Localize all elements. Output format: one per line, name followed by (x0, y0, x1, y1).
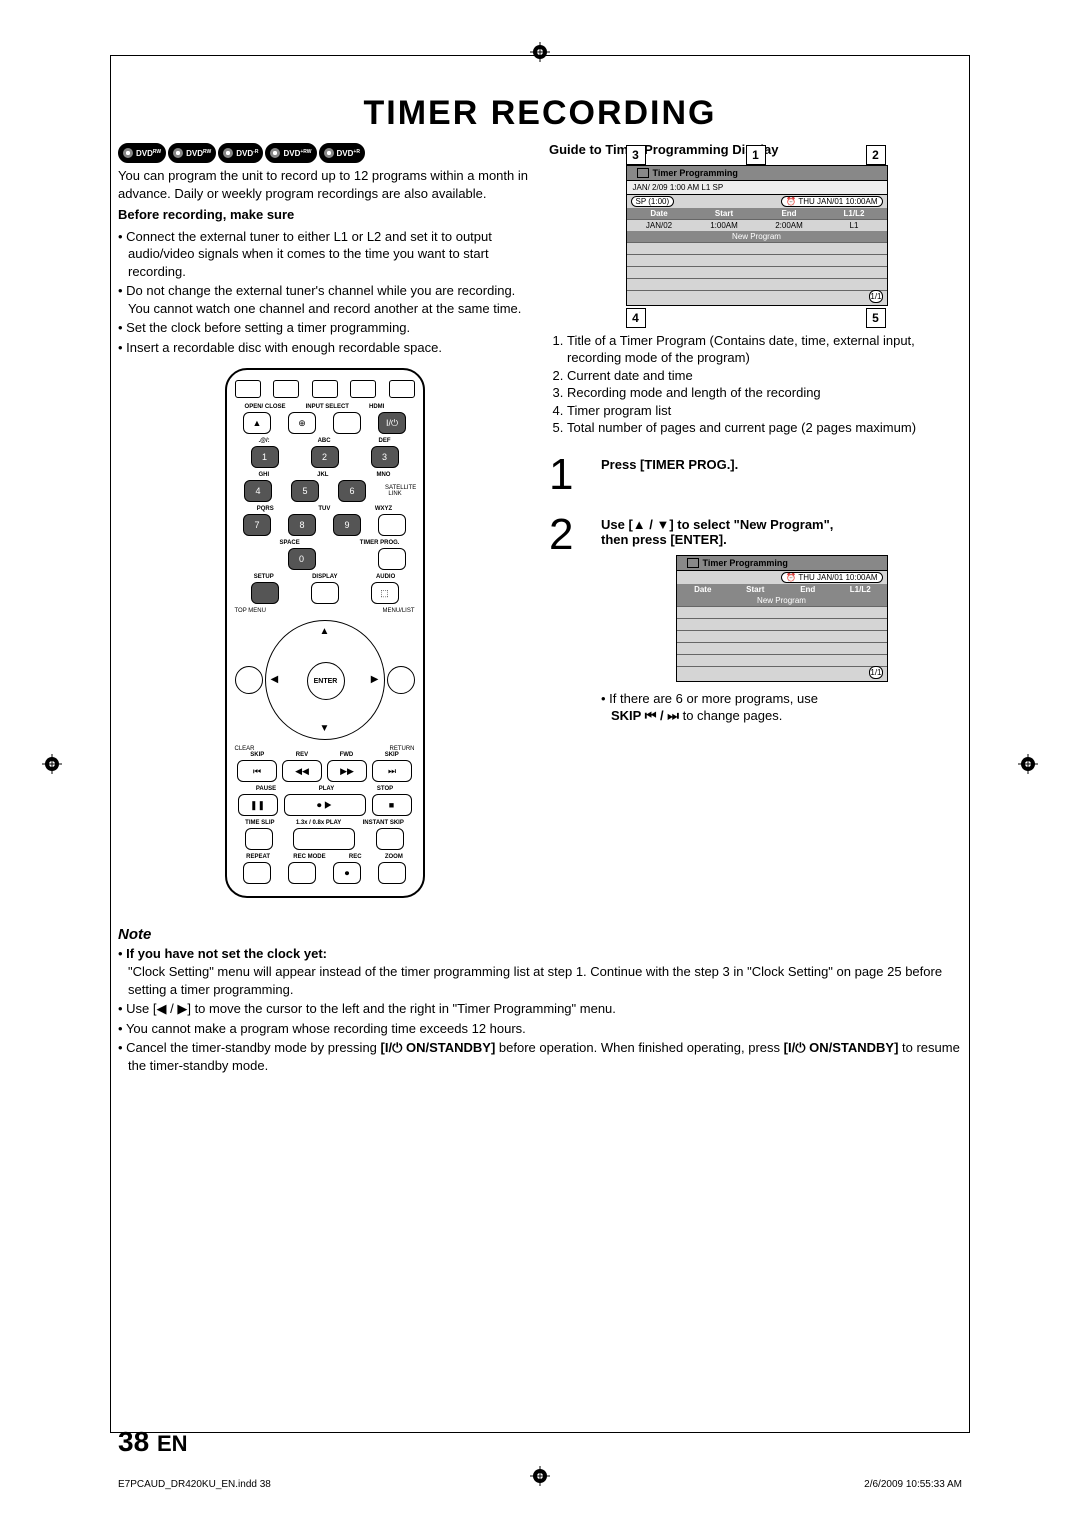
footer-date: 2/6/2009 10:55:33 AM (864, 1479, 962, 1490)
list-item: Do not change the external tuner's chann… (118, 282, 531, 317)
step-1: 1 Press [TIMER PROG.]. (549, 453, 962, 497)
timer-display-1: Timer Programming JAN/ 2/09 1:00 AM L1 S… (626, 165, 888, 306)
reg-mark-icon (42, 754, 62, 774)
list-item: Set the clock before setting a timer pro… (118, 319, 531, 337)
list-item: Timer program list (567, 402, 962, 420)
step-number: 2 (549, 513, 593, 727)
list-item: If there are 6 or more programs, useSKIP… (601, 690, 962, 725)
list-item: Connect the external tuner to either L1 … (118, 228, 531, 281)
left-column: DVDRW DVDRW DVD-R DVD+RW DVD+R You can p… (118, 141, 531, 898)
content-area: TIMER RECORDING DVDRW DVDRW DVD-R DVD+RW… (118, 80, 962, 1408)
step-text: Press [TIMER PROG.]. (601, 453, 962, 497)
list-item: Insert a recordable disc with enough rec… (118, 339, 531, 357)
note-title: Note (118, 926, 962, 943)
step-number: 1 (549, 453, 593, 497)
step-2: 2 Use [▲ / ▼] to select "New Program",th… (549, 513, 962, 727)
disc-icon: DVD+R (319, 143, 365, 163)
timer-display-2: Timer Programming x⏰ THU JAN/01 10:00AM … (676, 555, 888, 682)
callout-4: 4 (626, 308, 646, 328)
before-list: Connect the external tuner to either L1 … (118, 228, 531, 357)
callout-1: 1 (746, 145, 766, 165)
note-list: If you have not set the clock yet:"Clock… (118, 945, 962, 1074)
page-number: 38 EN (118, 1426, 188, 1458)
disc-badges: DVDRW DVDRW DVD-R DVD+RW DVD+R (118, 143, 531, 163)
callout-5: 5 (866, 308, 886, 328)
callout-3: 3 (626, 145, 646, 165)
page: TIMER RECORDING DVDRW DVDRW DVD-R DVD+RW… (0, 0, 1080, 1528)
callout-2: 2 (866, 145, 886, 165)
intro-text: You can program the unit to record up to… (118, 167, 531, 202)
list-item: Cancel the timer-standby mode by pressin… (118, 1039, 962, 1074)
display-callout-wrapper: 1 2 3 Timer Programming JAN/ 2/09 1:00 A… (626, 165, 886, 306)
list-item: Recording mode and length of the recordi… (567, 384, 962, 402)
step-text: Use [▲ / ▼] to select "New Program",then… (601, 513, 962, 727)
footer-file: E7PCAUD_DR420KU_EN.indd 38 (118, 1479, 271, 1490)
page-title: TIMER RECORDING (118, 94, 962, 133)
guide-legend: Title of a Timer Program (Contains date,… (549, 332, 962, 437)
disc-icon: DVD+RW (265, 143, 316, 163)
reg-mark-icon (1018, 754, 1038, 774)
list-item: Total number of pages and current page (… (567, 419, 962, 437)
note-section: Note If you have not set the clock yet:"… (118, 926, 962, 1074)
disc-icon: DVDRW (168, 143, 216, 163)
list-item: Title of a Timer Program (Contains date,… (567, 332, 962, 367)
disc-icon: DVDRW (118, 143, 166, 163)
list-item: Current date and time (567, 367, 962, 385)
remote-control-diagram: OPEN/ CLOSEINPUT SELECTHDMI ▲⊕I/⏻ .@/:AB… (225, 368, 425, 898)
list-item: You cannot make a program whose recordin… (118, 1020, 962, 1038)
steps: 1 Press [TIMER PROG.]. 2 Use [▲ / ▼] to … (549, 453, 962, 727)
right-column: Guide to Timer Programming Display 1 2 3… (549, 141, 962, 898)
list-item: If you have not set the clock yet:"Clock… (118, 945, 962, 998)
list-item: Use [◀ / ▶] to move the cursor to the le… (118, 1000, 962, 1018)
before-heading: Before recording, make sure (118, 206, 531, 224)
print-footer: E7PCAUD_DR420KU_EN.indd 38 2/6/2009 10:5… (118, 1479, 962, 1490)
disc-icon: DVD-R (218, 143, 263, 163)
